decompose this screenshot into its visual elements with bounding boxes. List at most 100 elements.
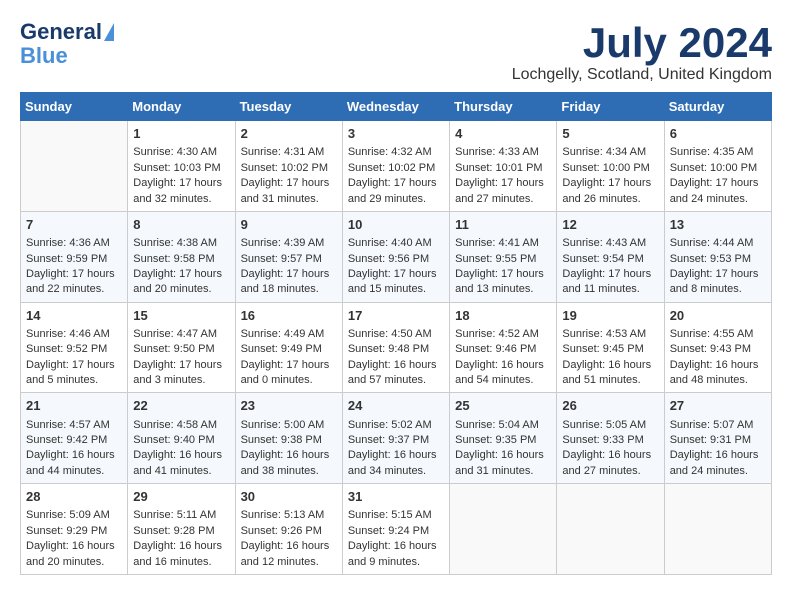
day-info: Daylight: 16 hours — [133, 448, 229, 463]
day-info: Daylight: 16 hours — [455, 358, 551, 373]
day-number: 22 — [133, 397, 229, 415]
day-info: Sunrise: 5:02 AM — [348, 418, 444, 433]
day-info: Sunrise: 4:49 AM — [241, 327, 337, 342]
day-info: Sunset: 9:38 PM — [241, 433, 337, 448]
day-info: Daylight: 17 hours — [133, 267, 229, 282]
calendar-week-1: 1Sunrise: 4:30 AMSunset: 10:03 PMDayligh… — [21, 121, 772, 212]
day-info: Sunset: 9:46 PM — [455, 342, 551, 357]
calendar-day: 31Sunrise: 5:15 AMSunset: 9:24 PMDayligh… — [342, 484, 449, 575]
day-info: Sunrise: 5:07 AM — [670, 418, 766, 433]
day-info: and 32 minutes. — [133, 192, 229, 207]
calendar-table: Sunday Monday Tuesday Wednesday Thursday… — [20, 92, 772, 575]
day-number: 5 — [562, 125, 658, 143]
day-info: Sunset: 9:29 PM — [26, 524, 122, 539]
day-number: 10 — [348, 216, 444, 234]
calendar-day: 25Sunrise: 5:04 AMSunset: 9:35 PMDayligh… — [450, 393, 557, 484]
calendar-day — [21, 121, 128, 212]
day-info: and 26 minutes. — [562, 192, 658, 207]
day-info: Sunrise: 5:04 AM — [455, 418, 551, 433]
calendar-week-2: 7Sunrise: 4:36 AMSunset: 9:59 PMDaylight… — [21, 211, 772, 302]
calendar-day: 26Sunrise: 5:05 AMSunset: 9:33 PMDayligh… — [557, 393, 664, 484]
calendar-day: 8Sunrise: 4:38 AMSunset: 9:58 PMDaylight… — [128, 211, 235, 302]
title-section: July 2024 Lochgelly, Scotland, United Ki… — [512, 20, 772, 84]
day-info: Daylight: 16 hours — [348, 448, 444, 463]
day-info: and 54 minutes. — [455, 373, 551, 388]
calendar-day: 18Sunrise: 4:52 AMSunset: 9:46 PMDayligh… — [450, 302, 557, 393]
day-info: Sunset: 9:48 PM — [348, 342, 444, 357]
day-info: and 9 minutes. — [348, 555, 444, 570]
day-number: 14 — [26, 307, 122, 325]
col-monday: Monday — [128, 93, 235, 121]
day-number: 15 — [133, 307, 229, 325]
col-friday: Friday — [557, 93, 664, 121]
day-info: Sunset: 9:35 PM — [455, 433, 551, 448]
day-info: Sunrise: 4:34 AM — [562, 145, 658, 160]
day-info: Sunrise: 5:05 AM — [562, 418, 658, 433]
day-info: Daylight: 17 hours — [241, 358, 337, 373]
col-saturday: Saturday — [664, 93, 771, 121]
day-info: Daylight: 17 hours — [562, 267, 658, 282]
day-info: and 31 minutes. — [455, 464, 551, 479]
day-info: Daylight: 16 hours — [670, 358, 766, 373]
day-info: Sunset: 10:00 PM — [670, 161, 766, 176]
day-info: and 27 minutes. — [455, 192, 551, 207]
day-info: Daylight: 17 hours — [348, 176, 444, 191]
day-info: and 3 minutes. — [133, 373, 229, 388]
day-info: and 27 minutes. — [562, 464, 658, 479]
day-info: Sunset: 9:57 PM — [241, 252, 337, 267]
calendar-day: 6Sunrise: 4:35 AMSunset: 10:00 PMDayligh… — [664, 121, 771, 212]
day-info: Sunrise: 5:11 AM — [133, 508, 229, 523]
day-info: and 11 minutes. — [562, 282, 658, 297]
day-info: and 38 minutes. — [241, 464, 337, 479]
day-info: Daylight: 16 hours — [133, 539, 229, 554]
day-info: Daylight: 16 hours — [455, 448, 551, 463]
calendar-week-5: 28Sunrise: 5:09 AMSunset: 9:29 PMDayligh… — [21, 484, 772, 575]
day-info: Sunrise: 4:58 AM — [133, 418, 229, 433]
day-info: Sunset: 9:52 PM — [26, 342, 122, 357]
day-info: Daylight: 17 hours — [241, 267, 337, 282]
calendar-day: 2Sunrise: 4:31 AMSunset: 10:02 PMDayligh… — [235, 121, 342, 212]
day-info: and 48 minutes. — [670, 373, 766, 388]
day-info: Daylight: 17 hours — [670, 176, 766, 191]
day-number: 2 — [241, 125, 337, 143]
day-number: 21 — [26, 397, 122, 415]
calendar-day: 19Sunrise: 4:53 AMSunset: 9:45 PMDayligh… — [557, 302, 664, 393]
day-info: Sunset: 9:54 PM — [562, 252, 658, 267]
day-info: Daylight: 17 hours — [133, 176, 229, 191]
day-info: and 16 minutes. — [133, 555, 229, 570]
day-number: 27 — [670, 397, 766, 415]
day-info: and 18 minutes. — [241, 282, 337, 297]
calendar-day: 15Sunrise: 4:47 AMSunset: 9:50 PMDayligh… — [128, 302, 235, 393]
calendar-day: 16Sunrise: 4:49 AMSunset: 9:49 PMDayligh… — [235, 302, 342, 393]
col-wednesday: Wednesday — [342, 93, 449, 121]
day-info: Sunset: 9:42 PM — [26, 433, 122, 448]
calendar-day: 29Sunrise: 5:11 AMSunset: 9:28 PMDayligh… — [128, 484, 235, 575]
day-info: Sunrise: 4:31 AM — [241, 145, 337, 160]
day-number: 29 — [133, 488, 229, 506]
day-info: and 34 minutes. — [348, 464, 444, 479]
day-info: Sunrise: 5:09 AM — [26, 508, 122, 523]
day-info: and 24 minutes. — [670, 192, 766, 207]
day-info: and 12 minutes. — [241, 555, 337, 570]
day-info: Sunset: 9:26 PM — [241, 524, 337, 539]
calendar-day: 11Sunrise: 4:41 AMSunset: 9:55 PMDayligh… — [450, 211, 557, 302]
day-info: Daylight: 16 hours — [26, 448, 122, 463]
day-number: 30 — [241, 488, 337, 506]
col-thursday: Thursday — [450, 93, 557, 121]
logo-text-general: General — [20, 20, 102, 44]
day-number: 6 — [670, 125, 766, 143]
day-info: Sunrise: 4:36 AM — [26, 236, 122, 251]
day-info: Sunset: 10:02 PM — [241, 161, 337, 176]
day-info: Sunrise: 4:52 AM — [455, 327, 551, 342]
calendar-day: 1Sunrise: 4:30 AMSunset: 10:03 PMDayligh… — [128, 121, 235, 212]
day-info: Daylight: 17 hours — [26, 267, 122, 282]
col-tuesday: Tuesday — [235, 93, 342, 121]
calendar-day: 23Sunrise: 5:00 AMSunset: 9:38 PMDayligh… — [235, 393, 342, 484]
day-info: Sunrise: 4:30 AM — [133, 145, 229, 160]
day-number: 20 — [670, 307, 766, 325]
day-info: Sunrise: 4:38 AM — [133, 236, 229, 251]
day-info: and 31 minutes. — [241, 192, 337, 207]
day-info: and 15 minutes. — [348, 282, 444, 297]
day-info: and 24 minutes. — [670, 464, 766, 479]
day-info: and 29 minutes. — [348, 192, 444, 207]
